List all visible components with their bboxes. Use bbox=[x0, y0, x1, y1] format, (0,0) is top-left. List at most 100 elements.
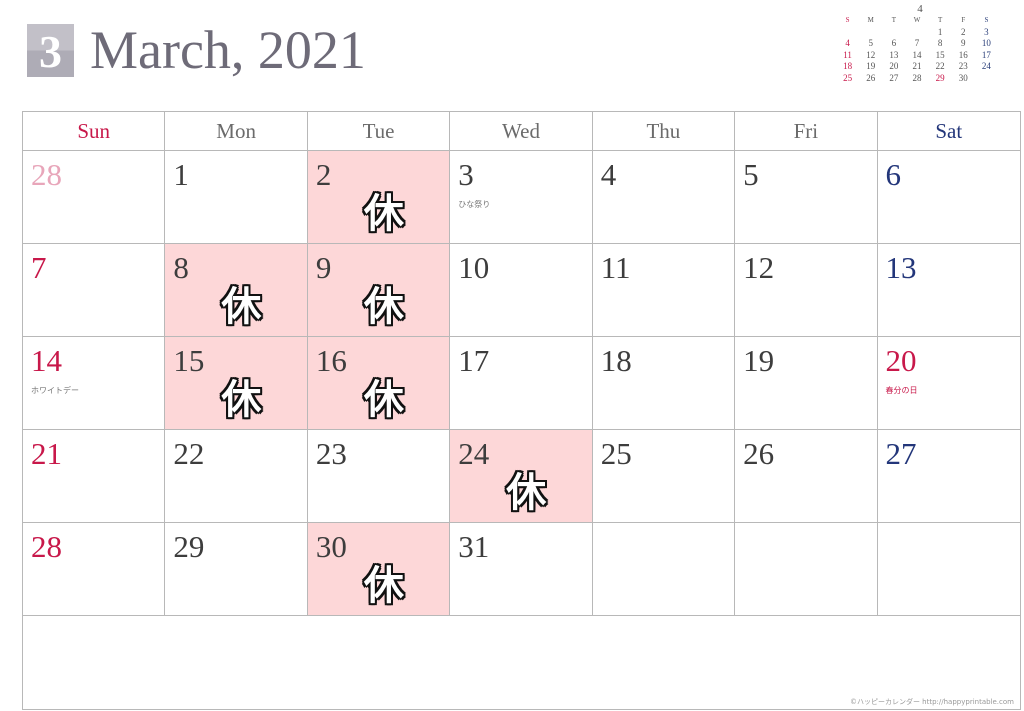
mini-day: 3 bbox=[984, 26, 989, 37]
mini-weekday: W bbox=[913, 16, 921, 24]
day-cell[interactable]: 14 ホワイトデー bbox=[23, 337, 166, 430]
notes-area[interactable]: ©ハッピーカレンダー http://happyprintable.com bbox=[23, 616, 1020, 709]
mini-day bbox=[836, 27, 859, 39]
day-number: 31 bbox=[458, 529, 490, 564]
mini-calendar-next-month: 4 S M T W T F S 1 2 3 4 5 6 7 8 9 10 11 12 13 14 15 16 17 18 19 20… bbox=[836, 3, 998, 84]
mini-day: 29 bbox=[935, 72, 945, 83]
day-cell[interactable]: 17 bbox=[450, 337, 593, 430]
mini-weekday: F bbox=[961, 16, 966, 24]
day-cell[interactable]: 5 bbox=[735, 151, 878, 244]
day-off-mark: 休 bbox=[221, 284, 262, 330]
day-cell[interactable]: 29 bbox=[165, 523, 308, 616]
mini-day: 17 bbox=[981, 49, 991, 60]
mini-day bbox=[905, 27, 928, 39]
week-row: 21 22 23 24 休 25 26 27 bbox=[23, 430, 1020, 523]
day-cell[interactable]: 23 bbox=[307, 430, 451, 523]
day-note: ひな祭り bbox=[458, 200, 491, 209]
mini-day: 22 bbox=[935, 61, 945, 71]
day-number: 5 bbox=[743, 157, 759, 192]
day-cell[interactable] bbox=[735, 523, 878, 616]
day-off-mark: 休 bbox=[363, 284, 404, 330]
weekday-header-wed: Wed bbox=[450, 112, 593, 151]
day-number: 30 bbox=[315, 529, 347, 564]
day-cell[interactable]: 6 bbox=[877, 151, 1020, 244]
day-cell[interactable]: 21 bbox=[23, 430, 166, 523]
day-number: 26 bbox=[743, 436, 775, 471]
day-cell[interactable]: 4 bbox=[592, 151, 736, 244]
mini-weekday: S bbox=[845, 16, 850, 24]
week-row: 28 29 30 休 31 bbox=[23, 523, 1020, 616]
day-number: 1 bbox=[173, 157, 189, 192]
day-cell[interactable]: 9休 bbox=[307, 244, 451, 337]
mini-weekday: T bbox=[891, 16, 896, 24]
day-cell[interactable]: 7 bbox=[23, 244, 166, 337]
day-cell[interactable]: 20 春分の日 bbox=[877, 337, 1020, 430]
mini-calendar-table: S M T W T F S 1 2 3 4 5 6 7 8 9 10 11 12 13 14 15 16 17 18 19 20 21… bbox=[836, 15, 998, 84]
day-number: 8 bbox=[173, 250, 189, 285]
page-title: March, 2021 bbox=[90, 20, 366, 80]
day-cell[interactable]: 24 休 bbox=[450, 430, 593, 523]
day-cell[interactable]: 31 bbox=[450, 523, 593, 616]
day-cell[interactable]: 22 bbox=[165, 430, 308, 523]
day-number: 16 bbox=[315, 343, 347, 378]
month-number-badge: 3 bbox=[27, 24, 74, 77]
day-cell[interactable]: 2休 bbox=[307, 151, 451, 244]
weekday-header-row: Sun Mon Tue Wed Thu Fri Sat bbox=[23, 112, 1020, 151]
mini-day: 6 bbox=[891, 38, 897, 48]
day-cell[interactable] bbox=[877, 523, 1020, 616]
mini-week-row: 1 2 3 bbox=[836, 27, 998, 39]
mini-weekday-row: SMTWTFS bbox=[836, 15, 998, 27]
day-number: 19 bbox=[743, 343, 775, 378]
day-cell[interactable]: 8休 bbox=[165, 244, 308, 337]
day-cell[interactable]: 11 bbox=[592, 244, 736, 337]
day-number: 2 bbox=[315, 157, 332, 192]
day-cell[interactable]: 30 休 bbox=[307, 523, 451, 616]
day-cell[interactable]: 1 bbox=[165, 151, 308, 244]
mini-day: 23 bbox=[958, 61, 968, 71]
weekday-header-thu: Thu bbox=[592, 112, 736, 151]
day-cell[interactable]: 3 ひな祭り bbox=[450, 151, 593, 244]
mini-day: 18 bbox=[843, 61, 853, 71]
day-cell[interactable]: 10 bbox=[450, 244, 593, 337]
day-cell[interactable]: 16 休 bbox=[307, 337, 451, 430]
day-cell[interactable]: 15 休 bbox=[165, 337, 308, 430]
mini-day: 30 bbox=[958, 72, 968, 83]
day-cell[interactable]: 28 bbox=[23, 151, 166, 244]
mini-weekday: S bbox=[984, 16, 989, 24]
mini-weekday: M bbox=[867, 16, 874, 24]
day-number: 23 bbox=[315, 436, 347, 471]
mini-day: 16 bbox=[958, 49, 968, 60]
weekday-header-tue: Tue bbox=[307, 112, 451, 151]
calendar-grid: Sun Mon Tue Wed Thu Fri Sat 28 1 2 休 3 ひな祭り 4 5 6 7 8 休 9 休… bbox=[22, 111, 1021, 710]
day-number: 27 bbox=[885, 436, 917, 471]
day-cell[interactable]: 18 bbox=[592, 337, 736, 430]
mini-day: 20 bbox=[889, 61, 899, 71]
day-cell[interactable] bbox=[592, 523, 736, 616]
day-cell[interactable]: 12 bbox=[735, 244, 878, 337]
day-cell[interactable]: 26 bbox=[735, 430, 878, 523]
day-cell[interactable]: 25 bbox=[592, 430, 736, 523]
day-note: 春分の日 bbox=[885, 386, 918, 395]
day-note: ホワイトデー bbox=[31, 386, 79, 395]
day-number: 15 bbox=[173, 343, 205, 378]
day-number: 18 bbox=[600, 343, 632, 378]
day-number: 9 bbox=[315, 250, 332, 285]
mini-day: 12 bbox=[866, 49, 876, 60]
day-cell[interactable]: 19 bbox=[735, 337, 878, 430]
day-number: 7 bbox=[31, 250, 47, 285]
day-number: 29 bbox=[173, 529, 205, 564]
day-cell[interactable]: 27 bbox=[877, 430, 1020, 523]
day-number: 17 bbox=[458, 343, 490, 378]
day-number: 28 bbox=[31, 157, 62, 192]
day-cell[interactable]: 13 bbox=[877, 244, 1020, 337]
mini-day bbox=[859, 27, 882, 39]
day-number: 13 bbox=[885, 250, 917, 285]
weekday-header-sun: Sun bbox=[23, 112, 166, 151]
day-number: 4 bbox=[600, 157, 617, 192]
mini-day: 11 bbox=[843, 49, 852, 60]
day-number: 10 bbox=[458, 250, 490, 285]
day-number: 22 bbox=[173, 436, 205, 471]
mini-day: 1 bbox=[937, 26, 943, 37]
day-number: 24 bbox=[458, 436, 490, 471]
day-cell[interactable]: 28 bbox=[23, 523, 166, 616]
